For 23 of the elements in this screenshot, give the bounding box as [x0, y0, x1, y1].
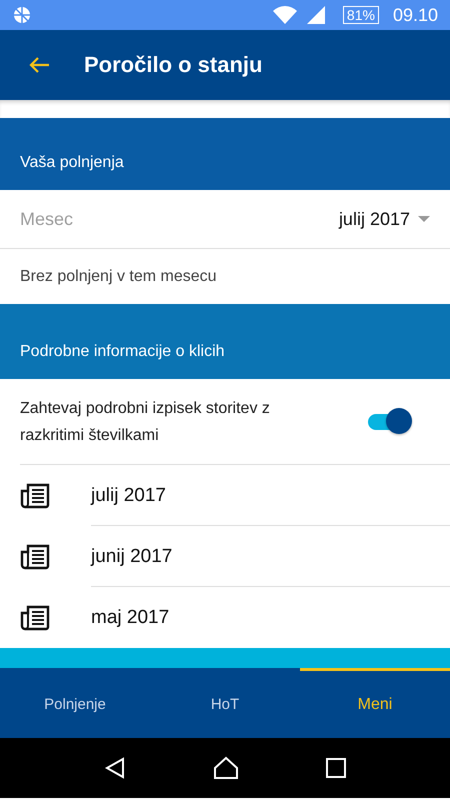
newspaper-icon [20, 482, 50, 508]
back-icon[interactable] [104, 757, 126, 779]
statement-item[interactable]: julij 2017 [0, 465, 450, 526]
empty-message: Brez polnjenj v tem mesecu [20, 268, 217, 286]
signal-icon [306, 6, 325, 24]
back-arrow-icon [28, 56, 50, 74]
nav-tab[interactable]: Polnjenje [0, 668, 150, 738]
toggle-switch[interactable] [366, 406, 414, 436]
wifi-icon [272, 6, 297, 24]
toggle-label: Zahtevaj podrobni izpisek storitev z razkritimi številkami [20, 398, 271, 446]
nav-tab[interactable]: HoT [150, 668, 300, 738]
battery-indicator: 81% [342, 6, 379, 24]
globe-icon [12, 5, 32, 25]
overview-icon[interactable] [326, 758, 346, 778]
newspaper-icon [20, 544, 50, 570]
statement-item[interactable]: maj 2017 [0, 587, 450, 648]
screen-title: Poročilo o stanju [84, 52, 262, 78]
section-title: Podrobne informacije o klicih [20, 343, 225, 361]
clock: 09.10 [392, 4, 438, 26]
newspaper-icon [20, 604, 50, 630]
section-title: Vaša polnjenja [20, 154, 124, 172]
home-icon[interactable] [212, 756, 239, 780]
statement-item[interactable]: junij 2017 [0, 526, 450, 587]
